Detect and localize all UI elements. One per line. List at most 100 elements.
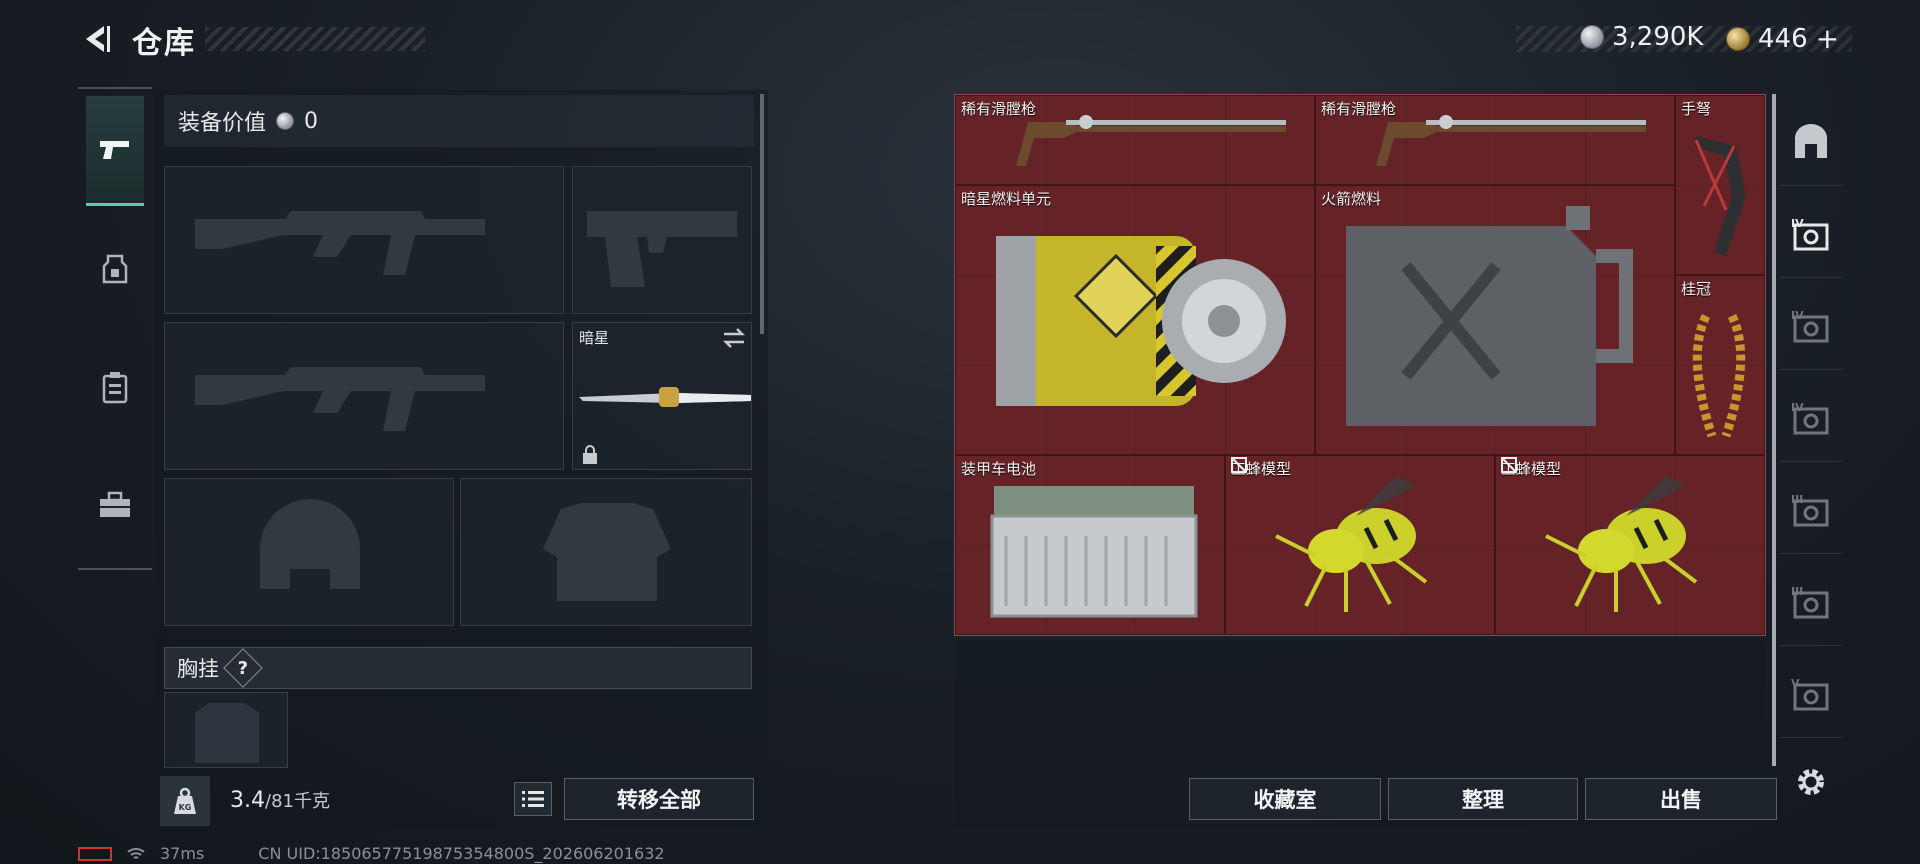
help-icon[interactable]: ?	[223, 648, 263, 688]
item-name: 手弩	[1681, 100, 1712, 118]
chest-rig-header: 胸挂 ?	[164, 647, 752, 689]
tab-weapons[interactable]	[86, 96, 144, 206]
body-armor-slot[interactable]	[460, 478, 752, 626]
loadout-scrollbar[interactable]	[760, 94, 764, 334]
collection-room-button[interactable]: 收藏室	[1189, 778, 1381, 820]
rig-silhouette-icon	[195, 703, 259, 763]
stash-item[interactable]: 火箭燃料	[1315, 185, 1675, 455]
helmet-armor-icon	[102, 254, 128, 284]
page-title: 仓库	[132, 26, 196, 61]
tab-toolbox[interactable]	[86, 450, 144, 560]
item-name: 稀有滑膛枪	[1321, 100, 1397, 118]
item-name: 桂冠	[1681, 280, 1712, 298]
safe-box-icon: V	[1791, 677, 1829, 710]
weight-max: /81千克	[265, 791, 330, 812]
knife-item-image	[579, 387, 751, 407]
carry-weight: 3.4/81千克	[230, 787, 330, 813]
silver-currency: 3,290K	[1580, 22, 1703, 52]
vest-silhouette-icon	[543, 503, 671, 601]
stash-tab-warehouse[interactable]	[1780, 98, 1842, 186]
stash-grid: 稀有滑膛枪 稀有滑膛枪 手弩 暗星燃料单元 火箭燃料 桂冠 装甲车电池 工蜂模型…	[954, 94, 1766, 636]
equipment-value-label: 装备价值	[178, 111, 267, 136]
weight-icon: KG	[174, 787, 196, 814]
bee-model-item-image	[1545, 476, 1698, 612]
pistol-icon	[100, 140, 129, 159]
stash-item[interactable]: 装甲车电池	[955, 455, 1225, 635]
primary-weapon-slot[interactable]	[164, 166, 564, 314]
organize-button[interactable]: 整理	[1388, 778, 1578, 820]
user-uid: CN UID:18506577519875354800S_20260620163…	[258, 844, 665, 863]
stash-tab-iv-1[interactable]: IV	[1780, 190, 1842, 278]
helmet-slot[interactable]	[164, 478, 454, 626]
bee-model-item-image	[1275, 476, 1428, 612]
rifle-silhouette-icon	[195, 367, 485, 431]
stash-tab-iii-2[interactable]: III	[1780, 558, 1842, 646]
svg-text:KG: KG	[179, 803, 192, 812]
stash-tab-iv-3[interactable]: IV	[1780, 374, 1842, 462]
battery-icon	[78, 846, 112, 861]
secondary-weapon-slot[interactable]	[572, 166, 752, 314]
status-bar: 37ms CN UID:18506577519875354800S_202606…	[78, 844, 665, 863]
safe-box-icon: III	[1791, 585, 1829, 618]
tab-divider	[78, 568, 152, 570]
silver-amount: 3,290K	[1612, 22, 1704, 52]
item-name: 装甲车电池	[961, 460, 1037, 478]
weight-icon-box: KG	[160, 776, 210, 826]
gold-currency[interactable]: 446 +	[1726, 22, 1839, 55]
laurel-item-image	[1692, 313, 1746, 438]
melee-weapon-slot[interactable]: 暗星	[572, 322, 752, 470]
item-name: 火箭燃料	[1321, 190, 1382, 208]
stash-item[interactable]: 工蜂模型	[1495, 455, 1765, 635]
chest-rig-label: 胸挂	[177, 657, 219, 681]
backpack-icon	[102, 372, 128, 404]
transfer-all-button[interactable]: 转移全部	[564, 778, 754, 820]
helmet-silhouette-icon	[260, 499, 360, 589]
wifi-icon	[127, 847, 145, 859]
warehouse-icon	[1795, 123, 1827, 158]
list-icon	[522, 791, 544, 807]
list-view-button[interactable]	[514, 782, 552, 816]
safe-box-icon: IV	[1791, 401, 1829, 434]
tab-divider	[78, 87, 152, 89]
equipment-value: 0	[304, 108, 319, 134]
safe-box-icon: IV	[1791, 309, 1829, 342]
stash-item[interactable]: 桂冠	[1675, 275, 1765, 455]
stash-tab-iv-2[interactable]: IV	[1780, 282, 1842, 370]
stash-tab-v[interactable]: V	[1780, 650, 1842, 738]
back-arrow-icon[interactable]	[78, 22, 112, 56]
gear-icon	[1798, 769, 1824, 795]
fuel-cell-item-image	[996, 236, 1286, 406]
safe-box-icon: III	[1791, 493, 1829, 526]
stash-item[interactable]: 稀有滑膛枪	[955, 95, 1315, 185]
secondary-rifle-slot[interactable]	[164, 322, 564, 470]
crossbow-item-image	[1694, 136, 1746, 256]
sell-button[interactable]: 出售	[1585, 778, 1777, 820]
tab-backpack[interactable]	[86, 332, 144, 442]
no-insure-icon	[1501, 457, 1517, 473]
stash-item[interactable]: 工蜂模型	[1225, 455, 1495, 635]
lock-icon	[583, 445, 597, 464]
no-insure-icon	[1231, 457, 1247, 473]
briefcase-icon	[100, 491, 130, 517]
stash-tab-column: IV IV IV III III V	[1780, 90, 1842, 830]
tab-armor[interactable]	[86, 214, 144, 324]
stash-item[interactable]: 手弩	[1675, 95, 1765, 275]
chest-rig-slot[interactable]	[164, 692, 288, 768]
battery-item-image	[990, 486, 1198, 618]
jerrycan-item-image	[1346, 206, 1633, 426]
title-decoration	[205, 27, 425, 51]
stash-tab-iii-1[interactable]: III	[1780, 466, 1842, 554]
stash-item[interactable]: 暗星燃料单元	[955, 185, 1315, 455]
pistol-silhouette-icon	[587, 211, 737, 287]
stash-item[interactable]: 稀有滑膛枪	[1315, 95, 1675, 185]
safe-box-icon: IV	[1791, 217, 1829, 250]
settings-button[interactable]	[1780, 738, 1842, 826]
add-currency-button[interactable]: +	[1816, 22, 1839, 55]
silver-coin-icon	[276, 112, 295, 130]
gold-amount: 446	[1758, 23, 1808, 54]
stash-scrollbar[interactable]	[1772, 94, 1776, 766]
item-name: 暗星燃料单元	[961, 190, 1052, 208]
silver-coin-icon	[1580, 25, 1604, 49]
ping-value: 37ms	[160, 844, 205, 863]
rifle-silhouette-icon	[195, 211, 485, 275]
